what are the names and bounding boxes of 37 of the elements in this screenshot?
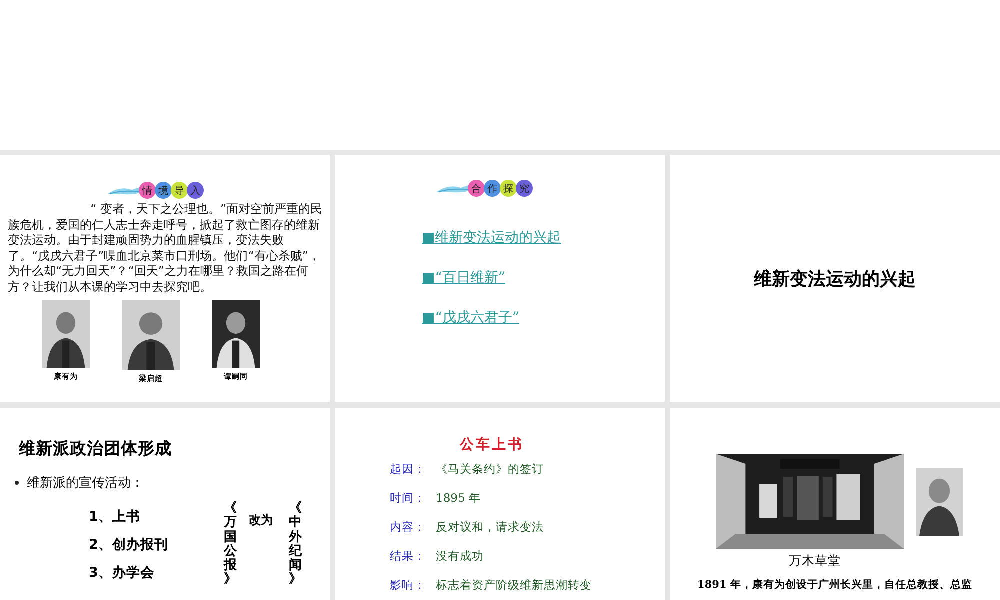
field-label: 时间： xyxy=(390,491,427,506)
bullet-icon xyxy=(15,481,19,485)
field-label: 起因： xyxy=(390,462,427,477)
list-item: 2、创办报刊 xyxy=(89,536,170,554)
bullet-text: 维新派的宣传活动： xyxy=(27,475,144,492)
field-label: 结果： xyxy=(390,549,427,564)
body-text: 1891 年，康有为创设于广州长兴里，自任总教授、总监 xyxy=(698,578,972,592)
slide-thumbnail[interactable]: 维新变法运动的兴起 xyxy=(670,155,1000,402)
newspaper-name: 《万国公报》 xyxy=(224,502,237,588)
list-item: 3、办学会 xyxy=(89,564,156,582)
slide-thumbnail[interactable]: 万木草堂 1891 年，康有为创设于广州长兴里，自任总教授、总监 xyxy=(670,408,1000,600)
badge-character: 入 xyxy=(187,182,204,199)
list-item: 1、上书 xyxy=(89,508,142,526)
badge-character: 境 xyxy=(155,182,172,199)
picture-caption: 万木草堂 xyxy=(789,553,841,570)
badge-character: 探 xyxy=(500,180,517,197)
slide-title: 公车上书 xyxy=(460,436,525,454)
field-label: 影响： xyxy=(390,578,427,593)
field-value: 没有成功 xyxy=(436,549,484,564)
slide-thumbnail[interactable]: 维新派政治团体形成 维新派的宣传活动： 1、上书 2、创办报刊 3、办学会 《万国公报》 改为 《中外纪闻》 xyxy=(0,408,330,600)
newspaper-name: 《中外纪闻》 xyxy=(289,502,302,588)
slide-thumbnail[interactable]: 公车上书 起因： 《马关条约》的签订 时间： 1895 年 内容： 反对议和，请求变法 结果： 没有成功 影响： 标志着资产阶级维新思潮转变 xyxy=(335,408,665,600)
slide-thumbnail[interactable] xyxy=(0,0,1000,150)
badge-character: 究 xyxy=(516,180,533,197)
section-title: 维新变法运动的兴起 xyxy=(754,268,916,290)
badge-character: 合 xyxy=(468,180,485,197)
field-label: 内容： xyxy=(390,520,427,535)
field-value: 1895 年 xyxy=(436,491,481,506)
intro-paragraph: “ 变者，天下之公理也。”面对空前严重的民族危机，爱国的仁人志士奔走呼号，掀起了救亡图存的维新变法运动。由于封建顽固势力的血腥镇压，变法失败了。“戊戌六君子”喋血北京菜市口刑场。他们“有心杀贼”，为什么却“无力回天”？“回天”之力在哪里？救国之路在何方？让我们从本课的学习中去探究吧。 xyxy=(8,202,324,295)
badge-character: 情 xyxy=(139,182,156,199)
field-value: 反对议和，请求变法 xyxy=(436,520,544,535)
badge-character: 导 xyxy=(171,182,188,199)
slide-title: 维新派政治团体形成 xyxy=(19,438,173,460)
badge-character: 作 xyxy=(484,180,501,197)
renamed-label: 改为 xyxy=(249,512,273,529)
field-value: 《马关条约》的签订 xyxy=(436,462,544,477)
field-value: 标志着资产阶级维新思潮转变 xyxy=(436,578,592,593)
